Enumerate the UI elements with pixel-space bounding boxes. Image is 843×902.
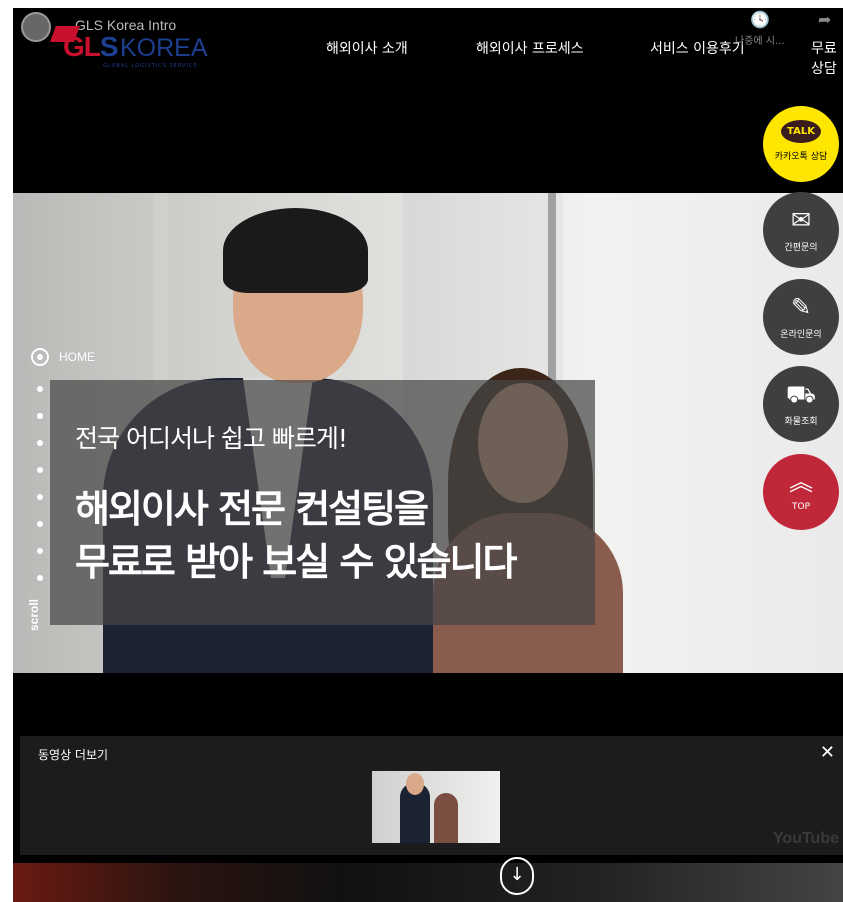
- kakao-talk-label: 카카오톡 상담: [774, 152, 828, 162]
- section-nav-dot[interactable]: [37, 548, 43, 554]
- double-chevron-up-icon: ︽: [789, 468, 813, 496]
- section-nav-dot[interactable]: [37, 494, 43, 500]
- scroll-down-mouse-icon[interactable]: ↓: [500, 857, 534, 895]
- hero-headline-line: 무료로 받아 보실 수 있습니다: [75, 540, 517, 584]
- watch-later-label[interactable]: 나중에 시...: [735, 32, 785, 47]
- envelope-icon: ✉: [790, 206, 812, 234]
- clock-icon[interactable]: 🕓: [750, 10, 770, 29]
- section-nav-dot[interactable]: [37, 521, 43, 527]
- channel-avatar[interactable]: [21, 12, 51, 42]
- home-label[interactable]: HOME: [59, 350, 95, 364]
- home-nav-dot-icon[interactable]: [31, 348, 49, 366]
- hero-subtitle: 전국 어디서나 쉽고 빠르게!: [75, 424, 348, 453]
- thumbnail-figure: [406, 773, 424, 795]
- online-inquiry-label: 온라인문의: [780, 330, 822, 340]
- cargo-tracking-label: 화물조회: [784, 417, 818, 427]
- logo-korea: KOREA: [120, 34, 208, 62]
- next-section-preview: [13, 863, 843, 902]
- back-to-top-button[interactable]: ︽ TOP: [763, 454, 839, 530]
- close-icon[interactable]: ✕: [820, 742, 835, 763]
- logo-gl: GLS: [63, 31, 119, 62]
- nav-free-consult[interactable]: 무료상담: [811, 38, 843, 78]
- hero-video-frame[interactable]: 전국 어디서나 쉽고 빠르게! 해외이사 전문 컨설팅을 무료로 받아 보실 수…: [13, 193, 843, 673]
- section-nav-dot[interactable]: [37, 386, 43, 392]
- thumbnail-figure: [434, 793, 458, 843]
- kakao-talk-icon: TALK: [781, 120, 821, 143]
- cargo-tracking-button[interactable]: ⛟ 화물조회: [763, 366, 839, 442]
- youtube-logo[interactable]: YouTube: [773, 830, 839, 848]
- pencil-icon: ✎: [790, 293, 812, 321]
- top-label: TOP: [791, 502, 810, 512]
- section-nav-dot[interactable]: [37, 467, 43, 473]
- nav-moving-intro[interactable]: 해외이사 소개: [326, 38, 408, 58]
- hero-headline-line: 해외이사 전문 컨설팅을: [75, 487, 429, 531]
- more-videos-panel: 동영상 더보기 ✕ YouTube: [20, 736, 843, 855]
- video-thumbnail[interactable]: [372, 771, 500, 843]
- youtube-embed-player[interactable]: GLS Korea Intro GLS KOREA GLOBAL LOGISTI…: [13, 8, 843, 902]
- section-nav-dot[interactable]: [37, 440, 43, 446]
- truck-icon: ⛟: [785, 380, 817, 408]
- share-icon[interactable]: ➦: [818, 10, 831, 29]
- section-nav-dot[interactable]: [37, 413, 43, 419]
- online-inquiry-button[interactable]: ✎ 온라인문의: [763, 279, 839, 355]
- logo-tagline: GLOBAL LOGISTICS SERVICE: [103, 63, 198, 69]
- scroll-label: scroll: [27, 598, 41, 631]
- man-figure: [223, 208, 368, 293]
- header-bar: GLS Korea Intro GLS KOREA GLOBAL LOGISTI…: [13, 8, 843, 193]
- nav-reviews[interactable]: 서비스 이용후기: [650, 38, 745, 58]
- nav-moving-process[interactable]: 해외이사 프로세스: [476, 38, 584, 58]
- hero-headline: 해외이사 전문 컨설팅을 무료로 받아 보실 수 있습니다: [75, 483, 517, 589]
- quick-inquiry-button[interactable]: ✉ 간편문의: [763, 192, 839, 268]
- more-videos-title: 동영상 더보기: [38, 748, 109, 762]
- section-nav-dot[interactable]: [37, 575, 43, 581]
- quick-inquiry-label: 간편문의: [784, 243, 818, 253]
- gls-korea-logo[interactable]: GLS KOREA GLOBAL LOGISTICS SERVICE: [50, 26, 213, 70]
- kakao-talk-button[interactable]: TALK 카카오톡 상담: [763, 106, 839, 182]
